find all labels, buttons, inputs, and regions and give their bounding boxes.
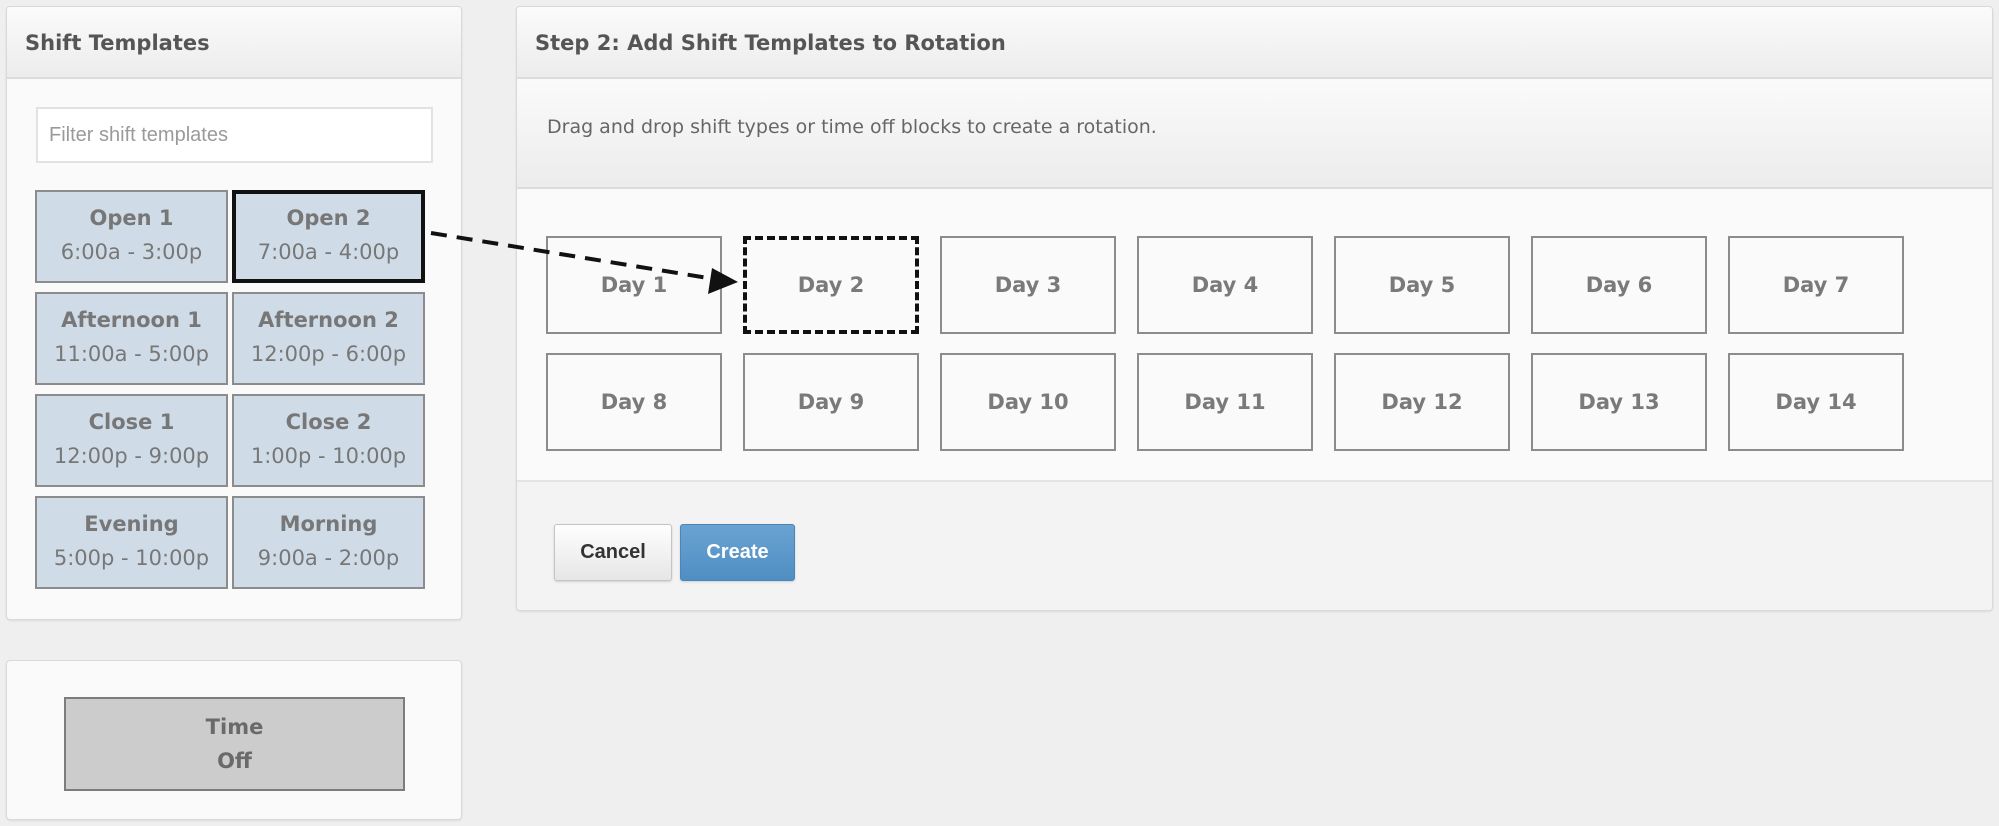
step-title: Step 2: Add Shift Templates to Rotation [517,7,1992,79]
shift-templates-title: Shift Templates [7,7,461,79]
shift-template-name: Afternoon 2 [258,308,399,332]
time-off-block[interactable]: Time Off [64,697,405,791]
rotation-day-5[interactable]: Day 5 [1334,236,1510,334]
rotation-day-3[interactable]: Day 3 [940,236,1116,334]
rotation-builder-panel: Step 2: Add Shift Templates to Rotation … [516,6,1993,611]
rotation-day-9[interactable]: Day 9 [743,353,919,451]
shift-template-name: Open 1 [89,206,174,230]
shift-template-time: 6:00a - 3:00p [60,240,203,264]
rotation-day-7[interactable]: Day 7 [1728,236,1904,334]
rotation-day-10[interactable]: Day 10 [940,353,1116,451]
rotation-day-13[interactable]: Day 13 [1531,353,1707,451]
rotation-day-14[interactable]: Day 14 [1728,353,1904,451]
shift-template-name: Morning [279,512,378,536]
rotation-day-1[interactable]: Day 1 [546,236,722,334]
rotation-day-11[interactable]: Day 11 [1137,353,1313,451]
shift-template-close-1[interactable]: Close 1 12:00p - 9:00p [35,394,228,487]
time-off-label-line1: Time [205,715,264,739]
rotation-day-12[interactable]: Day 12 [1334,353,1510,451]
shift-template-name: Close 2 [285,410,372,434]
shift-template-time: 7:00a - 4:00p [257,240,400,264]
time-off-label-line2: Off [217,749,252,773]
shift-templates-panel: Shift Templates Open 16:00a - 3:00pOpen … [6,6,462,620]
shift-template-name: Close 1 [88,410,175,434]
shift-template-time: 9:00a - 2:00p [257,546,400,570]
shift-template-afternoon-2[interactable]: Afternoon 2 12:00p - 6:00p [232,292,425,385]
shift-template-time: 12:00p - 9:00p [53,444,210,468]
filter-shift-templates-input[interactable] [36,107,433,163]
shift-template-evening[interactable]: Evening 5:00p - 10:00p [35,496,228,589]
rotation-day-6[interactable]: Day 6 [1531,236,1707,334]
shift-template-name: Afternoon 1 [61,308,202,332]
shift-template-time: 5:00p - 10:00p [53,546,210,570]
rotation-day-4[interactable]: Day 4 [1137,236,1313,334]
shift-template-open-2[interactable]: Open 2 7:00a - 4:00p [232,190,425,283]
shift-template-afternoon-1[interactable]: Afternoon 1 11:00a - 5:00p [35,292,228,385]
rotation-day-2[interactable]: Day 2 [743,236,919,334]
instructions-text: Drag and drop shift types or time off bl… [547,116,1157,138]
rotation-day-8[interactable]: Day 8 [546,353,722,451]
shift-template-close-2[interactable]: Close 2 1:00p - 10:00p [232,394,425,487]
time-off-panel: Time Off [6,660,462,820]
description-section: Drag and drop shift types or time off bl… [517,81,1992,189]
shift-template-time: 11:00a - 5:00p [54,342,209,366]
shift-template-name: Evening [84,512,179,536]
cancel-button[interactable]: Cancel [554,524,672,581]
shift-template-time: 1:00p - 10:00p [250,444,407,468]
shift-template-morning[interactable]: Morning 9:00a - 2:00p [232,496,425,589]
form-actions: Cancel Create [517,480,1992,610]
shift-template-time: 12:00p - 6:00p [250,342,407,366]
shift-template-name: Open 2 [286,206,371,230]
create-button[interactable]: Create [680,524,795,581]
shift-template-open-1[interactable]: Open 1 6:00a - 3:00p [35,190,228,283]
